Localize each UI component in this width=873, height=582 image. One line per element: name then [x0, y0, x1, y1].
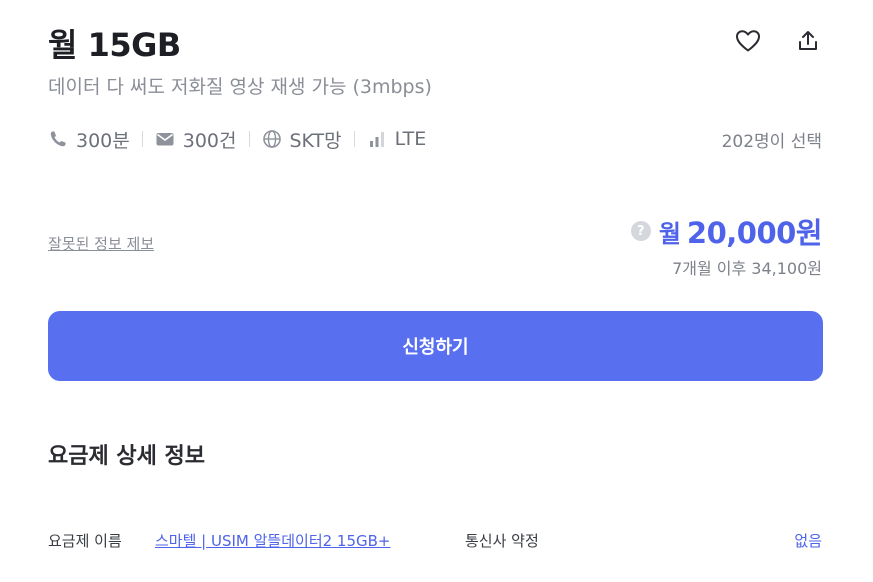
phone-icon	[50, 131, 66, 147]
favorite-button[interactable]	[730, 23, 766, 59]
contract-value: 없음	[794, 532, 822, 550]
divider	[248, 131, 250, 147]
signal-bars-icon	[369, 132, 384, 147]
selected-count: 202명이 선택	[721, 132, 822, 152]
share-button[interactable]	[790, 23, 826, 59]
spec-network: SKT망	[262, 126, 342, 153]
help-icon[interactable]: ?	[630, 221, 651, 241]
apply-button[interactable]: 신청하기	[48, 311, 823, 381]
plan-specs: 300분 300건 SKT망 LTE	[48, 124, 426, 154]
price-prefix: 월	[658, 219, 681, 248]
spec-sms-value: 300건	[182, 129, 237, 152]
share-icon	[799, 31, 817, 50]
monthly-price: 20,000원	[686, 216, 823, 250]
spec-type: LTE	[367, 128, 427, 150]
spec-call: 300분	[48, 126, 130, 153]
plan-name-label: 요금제 이름	[48, 532, 122, 550]
plan-subtitle: 데이터 다 써도 저화질 영상 재생 가능 (3mbps)	[48, 76, 432, 98]
contract-label: 통신사 약정	[465, 532, 539, 550]
plan-name-link[interactable]: 스마텔 | USIM 알뜰데이터2 15GB+	[155, 530, 391, 551]
report-error-link[interactable]: 잘못된 정보 제보	[48, 233, 154, 254]
spec-call-value: 300분	[76, 129, 130, 152]
spec-network-value: SKT망	[289, 129, 342, 152]
details-section-title: 요금제 상세 정보	[48, 444, 205, 469]
globe-icon	[262, 130, 281, 148]
spec-sms: 300건	[155, 126, 237, 153]
divider	[353, 131, 355, 147]
divider	[141, 131, 143, 147]
spec-type-value: LTE	[394, 128, 427, 150]
price-after-promotion: 7개월 이후 34,100원	[672, 259, 822, 278]
plan-title: 월 15GB	[48, 26, 181, 64]
heart-icon	[736, 30, 760, 52]
price-row: ? 월 20,000원	[630, 210, 823, 252]
mail-icon	[156, 133, 174, 146]
